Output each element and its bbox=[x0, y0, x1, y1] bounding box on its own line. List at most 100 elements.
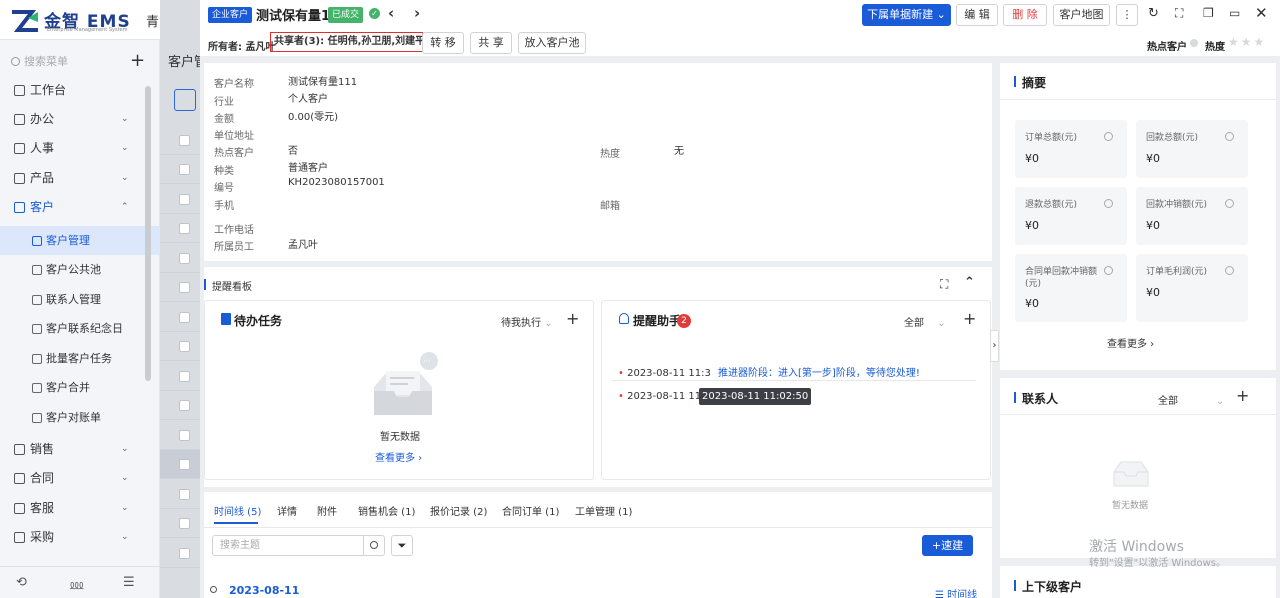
list-view-icon[interactable] bbox=[174, 89, 196, 111]
table-row[interactable] bbox=[160, 214, 200, 243]
row-checkbox[interactable] bbox=[179, 459, 190, 470]
row-checkbox[interactable] bbox=[179, 341, 190, 352]
table-row[interactable] bbox=[160, 155, 200, 184]
todo-filter-select[interactable]: 待我执行 ⌄ bbox=[501, 314, 553, 329]
summary-more-link[interactable]: 查看更多 › bbox=[1107, 335, 1154, 350]
sidebar-item-product[interactable]: 产品 ⌄ bbox=[0, 164, 160, 193]
row-checkbox[interactable] bbox=[179, 489, 190, 500]
close-icon[interactable]: ✕ bbox=[1255, 4, 1268, 22]
collapse-up-icon[interactable]: ⌃ bbox=[964, 275, 975, 290]
info-icon[interactable] bbox=[1104, 199, 1113, 208]
row-checkbox[interactable] bbox=[179, 312, 190, 323]
timeline-view-toggle[interactable]: ☰ 时间线 bbox=[935, 586, 977, 598]
tab-quotes[interactable]: 报价记录 (2) bbox=[430, 503, 487, 518]
info-icon[interactable] bbox=[1225, 132, 1234, 141]
prev-arrow-icon[interactable]: ‹ bbox=[388, 4, 394, 22]
tab-opportunities[interactable]: 销售机会 (1) bbox=[358, 503, 415, 518]
sidebar-item-office[interactable]: 办公 ⌄ bbox=[0, 105, 160, 134]
add-contact-icon[interactable]: + bbox=[1236, 386, 1249, 405]
table-row[interactable] bbox=[160, 303, 200, 332]
tab-work-orders[interactable]: 工单管理 (1) bbox=[575, 503, 632, 518]
edit-button[interactable]: 编 辑 bbox=[956, 4, 998, 26]
row-checkbox[interactable] bbox=[179, 518, 190, 529]
row-checkbox[interactable] bbox=[179, 371, 190, 382]
sidebar-sub-customer-manage[interactable]: 客户管理 bbox=[0, 226, 160, 255]
row-checkbox[interactable] bbox=[179, 194, 190, 205]
tab-timeline[interactable]: 时间线 (5) bbox=[214, 503, 261, 518]
timeline-search-input[interactable]: 搜索主题 bbox=[212, 535, 364, 556]
info-icon[interactable] bbox=[1225, 199, 1234, 208]
sidebar-sub-merge[interactable]: 客户合并 bbox=[0, 373, 160, 402]
tab-orders[interactable]: 合同订单 (1) bbox=[502, 503, 559, 518]
customer-map-button[interactable]: 客户地图 bbox=[1053, 4, 1110, 26]
search-button[interactable] bbox=[363, 535, 385, 556]
row-checkbox[interactable] bbox=[179, 223, 190, 234]
fullscreen-icon[interactable]: ⛶ bbox=[1175, 6, 1183, 21]
settings-icon[interactable]: ⅏ bbox=[70, 575, 83, 593]
table-row[interactable] bbox=[160, 185, 200, 214]
reminder-filter-select[interactable]: 全部 ⌄ bbox=[904, 314, 946, 329]
delete-button[interactable]: 删 除 bbox=[1003, 4, 1047, 26]
sidebar-sub-contacts[interactable]: 联系人管理 bbox=[0, 285, 160, 314]
row-checkbox[interactable] bbox=[179, 135, 190, 146]
hot-toggle[interactable] bbox=[1190, 39, 1198, 47]
table-row[interactable] bbox=[160, 450, 200, 479]
table-row[interactable] bbox=[160, 332, 200, 361]
sidebar-item-customer[interactable]: 客户 ⌃ bbox=[0, 193, 160, 222]
filter-icon[interactable]: ⏷ bbox=[391, 535, 413, 556]
sidebar-item-service[interactable]: 客服 ⌄ bbox=[0, 494, 160, 523]
sidebar-item-workbench[interactable]: 工作台 bbox=[0, 76, 160, 105]
table-row[interactable] bbox=[160, 362, 200, 391]
add-reminder-icon[interactable]: + bbox=[963, 309, 976, 328]
row-checkbox[interactable] bbox=[179, 548, 190, 559]
expand-icon[interactable]: ⛶ bbox=[940, 277, 948, 292]
quick-create-button[interactable]: +速建 bbox=[922, 535, 973, 556]
transfer-button[interactable]: 转 移 bbox=[422, 32, 464, 54]
sidebar-sub-anniversary[interactable]: 客户联系纪念日 bbox=[0, 314, 160, 343]
more-menu-icon[interactable]: ⋮ bbox=[1116, 4, 1138, 26]
add-todo-icon[interactable]: + bbox=[566, 309, 579, 328]
table-row[interactable] bbox=[160, 480, 200, 509]
sidebar-sub-batch-task[interactable]: 批量客户任务 bbox=[0, 344, 160, 373]
sidebar-item-purchase[interactable]: 采购 ⌄ bbox=[0, 523, 160, 552]
row-checkbox[interactable] bbox=[179, 253, 190, 264]
collapse-right-panel-icon[interactable]: › bbox=[990, 330, 999, 362]
new-window-icon[interactable]: ❐ bbox=[1203, 6, 1214, 20]
row-checkbox[interactable] bbox=[179, 164, 190, 175]
info-icon[interactable] bbox=[1104, 132, 1113, 141]
table-row[interactable] bbox=[160, 391, 200, 420]
sidebar-item-hr[interactable]: 人事 ⌄ bbox=[0, 134, 160, 163]
minimize-panel-icon[interactable]: ▭ bbox=[1229, 6, 1240, 20]
next-arrow-icon[interactable]: › bbox=[414, 4, 420, 22]
table-row[interactable] bbox=[160, 273, 200, 302]
table-row[interactable] bbox=[160, 421, 200, 450]
sidebar-sub-customer-pool[interactable]: 客户公共池 bbox=[0, 255, 160, 284]
reminder-item[interactable]: • 2023-08-11 11:0 bbox=[618, 391, 711, 402]
heat-stars[interactable]: ★★★ bbox=[1228, 35, 1266, 49]
sidebar-item-contract[interactable]: 合同 ⌄ bbox=[0, 464, 160, 493]
menu-add-button[interactable]: + bbox=[130, 50, 145, 71]
tab-attachments[interactable]: 附件 bbox=[317, 503, 337, 518]
table-row[interactable] bbox=[160, 244, 200, 273]
table-row[interactable] bbox=[160, 126, 200, 155]
sidebar-sub-statement[interactable]: 客户对账单 bbox=[0, 403, 160, 432]
collapse-menu-icon[interactable]: ☰ bbox=[123, 575, 135, 590]
share-button[interactable]: 共 享 bbox=[470, 32, 512, 54]
table-row[interactable] bbox=[160, 509, 200, 538]
refresh-icon[interactable]: ↻ bbox=[1148, 6, 1159, 21]
info-icon[interactable] bbox=[1104, 266, 1113, 275]
sidebar-item-sales[interactable]: 销售 ⌄ bbox=[0, 435, 160, 464]
reminder-item[interactable]: • 2023-08-11 11:3 推进器阶段：进入[第一步]阶段，等待您处理! bbox=[618, 364, 920, 379]
reminder-text[interactable]: 推进器阶段：进入[第一步]阶段，等待您处理! bbox=[718, 368, 920, 379]
history-icon[interactable]: ⟲ bbox=[16, 575, 27, 590]
table-row[interactable] bbox=[160, 539, 200, 568]
row-checkbox[interactable] bbox=[179, 400, 190, 411]
todo-more-link[interactable]: 查看更多 › bbox=[375, 449, 422, 464]
info-icon[interactable] bbox=[1225, 266, 1234, 275]
sub-doc-new-button[interactable]: 下属单据新建 ⌄ bbox=[862, 4, 951, 26]
put-in-pool-button[interactable]: 放入客户池 bbox=[518, 32, 586, 54]
sidebar-scrollbar[interactable] bbox=[145, 86, 151, 381]
tab-details[interactable]: 详情 bbox=[277, 503, 297, 518]
row-checkbox[interactable] bbox=[179, 282, 190, 293]
contacts-filter-select[interactable]: 全部 ⌄ bbox=[1158, 392, 1224, 407]
